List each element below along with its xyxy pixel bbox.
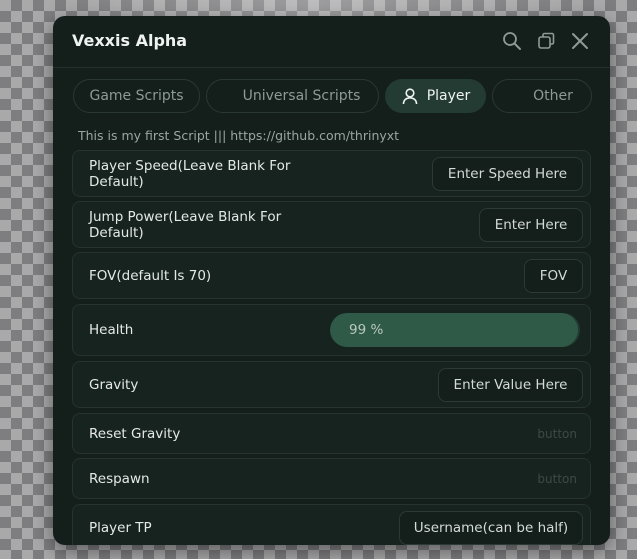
gravity-label: Gravity <box>89 376 139 393</box>
reset-gravity-button[interactable]: Reset Gravity button <box>72 413 591 454</box>
respawn-button[interactable]: Respawn button <box>72 458 591 499</box>
tab-bar: Game Scripts Universal Scripts Player Ot… <box>73 79 592 115</box>
row-health: Health 99 % <box>72 304 591 356</box>
respawn-label: Respawn <box>89 470 150 487</box>
tab-label: Other <box>533 88 573 104</box>
respawn-hint: button <box>537 471 577 486</box>
player-tp-label: Player TP <box>89 519 152 536</box>
person-icon <box>401 87 419 105</box>
row-player-tp: Player TP <box>72 504 591 545</box>
tab-game-scripts[interactable]: Game Scripts <box>73 79 200 113</box>
fov-input[interactable] <box>524 258 583 293</box>
search-icon[interactable] <box>501 30 523 52</box>
row-jump-power: Jump Power(Leave Blank For Default) <box>72 201 591 248</box>
tab-label: Game Scripts <box>89 88 184 104</box>
tab-player[interactable]: Player <box>385 79 486 113</box>
tab-label: Universal Scripts <box>242 88 361 104</box>
jump-power-input[interactable] <box>479 207 583 242</box>
row-player-speed: Player Speed(Leave Blank For Default) <box>72 150 591 197</box>
fov-label: FOV(default Is 70) <box>89 267 212 284</box>
tab-other[interactable]: Other <box>492 79 592 113</box>
gravity-input[interactable] <box>438 367 583 402</box>
close-icon[interactable] <box>569 30 591 52</box>
tab-label: Player <box>426 88 471 104</box>
reset-gravity-hint: button <box>537 426 577 441</box>
tab-universal-scripts[interactable]: Universal Scripts <box>206 79 379 113</box>
health-value: 99 % <box>349 322 384 338</box>
player-tp-input[interactable] <box>399 510 583 545</box>
jump-power-label: Jump Power(Leave Blank For Default) <box>89 208 282 241</box>
row-gravity: Gravity <box>72 361 591 408</box>
script-window: Vexxis Alpha Game Scripts Universal Scri… <box>53 16 610 545</box>
restore-icon[interactable] <box>535 30 557 52</box>
row-fov: FOV(default Is 70) <box>72 252 591 299</box>
window-title: Vexxis Alpha <box>72 31 188 50</box>
reset-gravity-label: Reset Gravity <box>89 425 181 442</box>
health-label: Health <box>89 322 134 338</box>
player-speed-label: Player Speed(Leave Blank For Default) <box>89 157 291 190</box>
script-subtitle: This is my first Script ||| https://gith… <box>78 128 400 143</box>
health-slider[interactable]: 99 % <box>330 313 580 347</box>
player-speed-input[interactable] <box>432 156 583 191</box>
title-bar[interactable]: Vexxis Alpha <box>53 16 610 68</box>
